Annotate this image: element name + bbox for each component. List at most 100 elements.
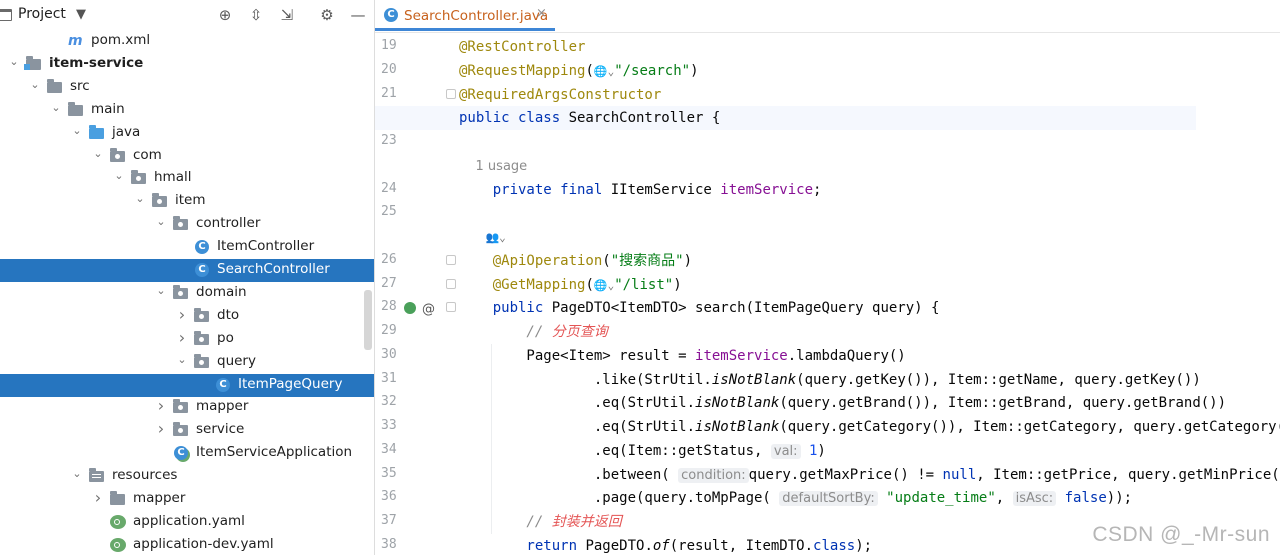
chevron-right-icon[interactable]: › [176,328,188,347]
chevron-down-icon[interactable]: ⌄ [50,101,62,114]
chevron-down-icon[interactable]: ⌄ [155,284,167,297]
chevron-right-icon[interactable]: › [92,488,104,507]
tree-item[interactable]: ⌄ src [0,76,374,99]
tree-item[interactable]: ⌄ query [0,351,374,374]
chevron-right-icon[interactable]: › [155,419,167,438]
resources-folder-icon [89,468,105,483]
chevron-down-icon[interactable]: ⌄ [29,78,41,91]
code-token: 分页查询 [551,324,608,340]
indent-guide [491,343,492,534]
tree-item[interactable]: › service [0,419,374,442]
code-token: itemService [720,181,814,198]
code-line: private final IItemService itemService; [459,178,822,202]
tree-item-label: src [70,77,90,94]
tree-item[interactable]: application-dev.yaml [0,534,374,555]
code-token: isNotBlank [695,419,780,435]
tab-search-controller[interactable]: C SearchController.java × [375,0,555,31]
tree-item[interactable]: C ItemController [0,236,374,259]
code-area[interactable]: @RestController @RequestMapping(🌐⌄"/searc… [375,33,1280,555]
code-token: , Item::getPrice, query.getMinPrice(), q… [976,466,1280,483]
collapse-all-icon[interactable]: ⇲ [276,4,298,26]
code-token: // [459,514,552,530]
package-icon [173,284,189,300]
fold-marker-icon[interactable] [446,278,456,289]
code-line: .eq(Item::getStatus, val: 1) [459,439,826,463]
editor-panel: C SearchController.java × 19202122232425… [375,0,1280,555]
chevron-down-icon[interactable]: ▼ [76,7,86,22]
code-token: return [459,537,586,554]
yaml-file-icon [110,514,126,529]
tree-item[interactable]: › po [0,328,374,351]
project-title[interactable]: Project [18,6,66,22]
tree-item[interactable]: › mapper [0,488,374,511]
tree-item[interactable]: › mapper [0,396,374,419]
project-panel: Project ▼ ⊕ ⇳ ⇲ ⚙ — m pom.xml ⌄ item-servic… [0,0,375,555]
line-number: 35 [381,465,397,481]
line-number: 19 [381,38,397,53]
close-icon[interactable]: × [536,6,547,21]
chevron-down-icon[interactable]: ⌄ [113,169,125,182]
code-token: .eq(StrUtil. [459,395,696,412]
chevron-right-icon[interactable]: › [176,305,188,324]
code-token: SearchController { [568,110,721,127]
tree-item[interactable]: ⌄ com [0,145,374,168]
tree-item-label: pom.xml [91,32,151,48]
expand-all-icon[interactable]: ⇳ [245,4,267,26]
tree-item-label: item-service [49,54,144,71]
tab-label: SearchController.java [404,8,549,24]
code-token: isAsc: [1012,491,1057,507]
tree-item-label: SearchController [217,261,330,277]
code-line: // 封装并返回 [459,510,621,534]
tree-item[interactable]: ⌄ item-service [0,53,374,76]
chevron-down-icon[interactable]: ⌄ [134,192,146,205]
tree-scrollbar[interactable] [364,290,372,350]
chevron-down-icon[interactable]: ⌄ [8,55,20,68]
tree-item[interactable]: application.yaml [0,511,374,534]
tree-item[interactable]: › dto [0,305,374,328]
tree-item[interactable]: ⌄ domain [0,282,374,305]
chevron-down-icon[interactable]: ⌄ [92,147,104,160]
override-icon[interactable]: @ [422,302,435,317]
fold-marker-icon[interactable] [446,254,456,265]
fold-marker-icon[interactable] [446,302,456,313]
package-icon [131,170,147,185]
tree-item[interactable]: ⌄ controller [0,213,374,236]
code-line: @GetMapping(🌐⌄"/list") [459,273,682,297]
tree-item[interactable]: ⌄ java [0,122,374,145]
tree-item-label: mapper [196,398,249,415]
chevron-down-icon[interactable]: ⌄ [71,124,83,137]
tree-item[interactable]: C SearchController [0,259,374,282]
line-number: 28 [381,299,397,315]
chevron-down-icon[interactable]: ⌄ [155,215,167,228]
tree-item-label: domain [196,283,247,300]
spring-bean-icon[interactable] [404,302,416,315]
code-token: // [459,324,552,340]
code-token: @ApiOperation [459,252,603,269]
tree-item[interactable]: ⌄ resources [0,465,374,488]
code-token: PageDTO. [585,537,653,554]
gear-icon[interactable]: ⚙ [316,4,338,26]
tree-item[interactable]: C ItemServiceApplication [0,442,374,465]
code-token: 👥⌄ [459,231,506,244]
tree-item[interactable]: ⌄ main [0,99,374,122]
class-icon: C [383,8,398,22]
chevron-down-icon[interactable]: ⌄ [71,467,83,480]
code-token: ; [813,181,822,198]
code-line: Page<Item> result = itemService.lambdaQu… [459,344,905,368]
chevron-right-icon[interactable]: › [155,396,167,415]
crosshair-icon[interactable]: ⊕ [214,4,236,26]
tree-item[interactable]: C ItemPageQuery [0,373,374,397]
tree-item[interactable]: m pom.xml [0,30,374,53]
code-token: .page(query.toMpPage( [459,490,780,507]
tree-item[interactable]: ⌄ hmall [0,167,374,190]
maven-icon: m [68,33,83,49]
fold-marker-icon[interactable] [446,88,456,99]
minimize-icon[interactable]: — [347,4,369,26]
line-number: 32 [381,394,397,410]
tree-item[interactable]: ⌄ item [0,190,374,213]
code-token: public [459,300,552,317]
chevron-down-icon[interactable]: ⌄ [176,353,188,366]
code-token: "/list" [614,276,674,293]
